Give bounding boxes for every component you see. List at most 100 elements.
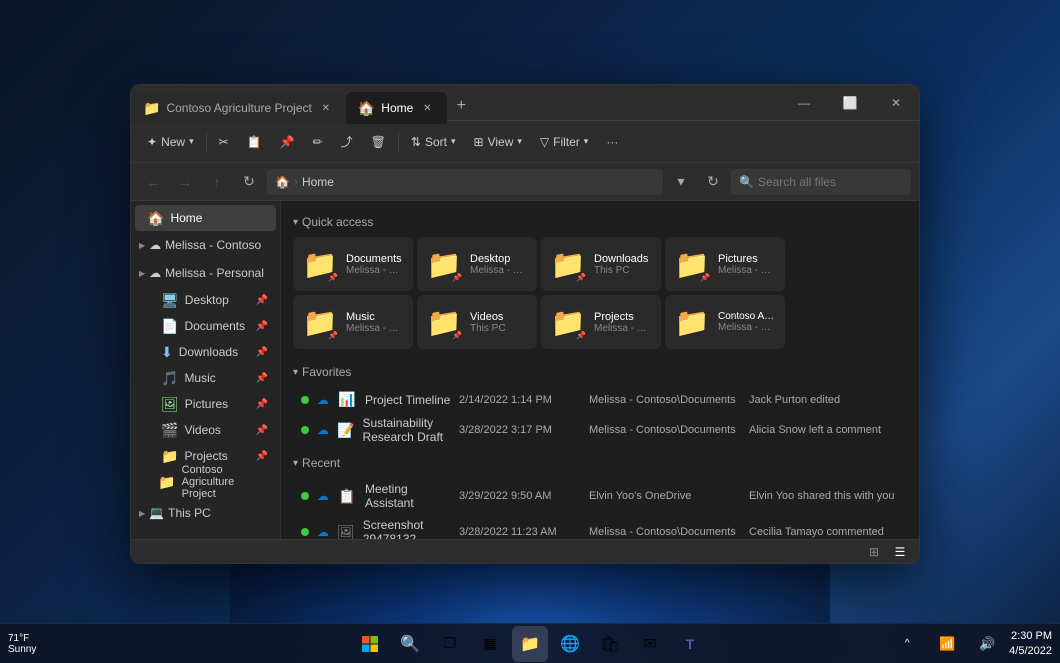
up-button[interactable]: ↑ <box>203 168 231 196</box>
taskbar-search-button[interactable]: 🔍 <box>392 626 428 662</box>
start-button[interactable] <box>352 626 388 662</box>
sidebar-item-contoso-agriculture[interactable]: 📁 Contoso Agriculture Project <box>135 469 276 495</box>
rename-button[interactable]: ✏ <box>305 127 331 157</box>
quick-projects-icon: 📁 📌 <box>550 304 586 340</box>
sidebar-documents-label: Documents <box>184 319 245 333</box>
new-tab-button[interactable]: + <box>447 92 475 120</box>
recent-row-1[interactable]: ☁ 🖼 Screenshot 29478132 3/28/2022 11:23 … <box>293 514 907 539</box>
weather-condition: Sunny <box>8 644 36 655</box>
quick-downloads-name: Downloads <box>594 253 648 265</box>
refresh-button[interactable]: ↻ <box>235 168 263 196</box>
sidebar-item-documents[interactable]: 📄 Documents 📌 <box>135 313 276 339</box>
sidebar-item-downloads[interactable]: ⬇ Downloads 📌 <box>135 339 276 365</box>
favorites-header[interactable]: ▾ Favorites <box>293 365 907 379</box>
widgets-button[interactable]: ▦ <box>472 626 508 662</box>
thispc-icon: 💻 <box>149 506 164 520</box>
tab-home-close[interactable]: ✕ <box>419 100 435 116</box>
systray-chevron-button[interactable]: ^ <box>889 626 925 662</box>
pin-icon-7: 📌 <box>256 451 268 462</box>
sidebar-item-home[interactable]: 🏠 Home <box>135 205 276 231</box>
new-icon: ✦ <box>147 135 157 149</box>
volume-button[interactable]: 🔊 <box>969 626 1005 662</box>
list-view-button[interactable]: ☰ <box>889 543 911 561</box>
toolbar-sep-1 <box>206 132 207 152</box>
quick-item-pictures[interactable]: 📁 📌 Pictures Melissa - Contoso <box>665 237 785 291</box>
desktop-icon: 🖥 <box>161 292 179 309</box>
store-taskbar-button[interactable]: 🛍 <box>592 626 628 662</box>
mail-taskbar-button[interactable]: ✉ <box>632 626 668 662</box>
favorite-row-1[interactable]: ☁ 📝 Sustainability Research Draft 3/28/2… <box>293 412 907 448</box>
more-button[interactable]: ··· <box>598 127 626 157</box>
sidebar-videos-label: Videos <box>184 423 220 437</box>
tab-contoso[interactable]: 📁 Contoso Agriculture Project ✕ <box>131 92 346 124</box>
quick-downloads-sub: This PC <box>594 265 648 276</box>
maximize-button[interactable]: ⬜ <box>827 85 873 121</box>
quick-access-header[interactable]: ▾ Quick access <box>293 215 907 229</box>
quick-item-downloads[interactable]: 📁 📌 Downloads This PC <box>541 237 661 291</box>
quick-contoso-info: Contoso Agriculture Project Melissa - Co… <box>718 311 776 333</box>
tab-contoso-close[interactable]: ✕ <box>318 100 334 116</box>
taskbar-right: ^ 📶 🔊 2:30 PM 4/5/2022 <box>889 626 1052 662</box>
favorite-row-0-status <box>301 396 309 404</box>
time-display: 2:30 PM <box>1011 629 1052 643</box>
paste-button[interactable]: 📌 <box>272 127 303 157</box>
sidebar-item-music[interactable]: 🎵 Music 📌 <box>135 365 276 391</box>
favorite-row-1-name: Sustainability Research Draft <box>362 416 459 444</box>
network-button[interactable]: 📶 <box>929 626 965 662</box>
filter-button[interactable]: ▽ Filter ▾ <box>532 127 596 157</box>
back-button[interactable]: ← <box>139 168 167 196</box>
share-button[interactable]: ⤴ <box>333 127 361 157</box>
quick-videos-pin: 📌 <box>452 331 462 340</box>
quick-item-music[interactable]: 📁 📌 Music Melissa - Contoso <box>293 295 413 349</box>
recent-row-1-status <box>301 528 309 536</box>
address-refresh-button[interactable]: ↻ <box>699 168 727 196</box>
quick-item-desktop[interactable]: 📁 📌 Desktop Melissa - Contoso <box>417 237 537 291</box>
recent-row-0-file-icon: 📋 <box>337 488 357 505</box>
recent-row-0[interactable]: ☁ 📋 Meeting Assistant 3/29/2022 9:50 AM … <box>293 478 907 514</box>
file-explorer-icon: 📁 <box>520 634 540 654</box>
file-explorer-taskbar-button[interactable]: 📁 <box>512 626 548 662</box>
task-view-button[interactable]: ❐ <box>432 626 468 662</box>
recent-row-1-file-icon: 🖼 <box>337 524 355 540</box>
favorite-row-1-status <box>301 426 309 434</box>
quick-item-videos[interactable]: 📁 📌 Videos This PC <box>417 295 537 349</box>
sidebar-item-pictures[interactable]: 🖼 Pictures 📌 <box>135 391 276 417</box>
minimize-button[interactable]: — <box>781 85 827 121</box>
quick-music-pin: 📌 <box>328 331 338 340</box>
delete-button[interactable]: 🗑 <box>363 127 394 157</box>
edge-taskbar-button[interactable]: 🌐 <box>552 626 588 662</box>
tab-home[interactable]: 🏠 Home ✕ <box>346 92 447 124</box>
copy-button[interactable]: 📋 <box>239 127 270 157</box>
view-button[interactable]: ⊞ View ▾ <box>466 127 530 157</box>
expand-thispc-icon: ▶ <box>139 509 145 518</box>
forward-button[interactable]: → <box>171 168 199 196</box>
close-button[interactable]: ✕ <box>873 85 919 121</box>
breadcrumb[interactable]: 🏠 › Home <box>267 169 663 195</box>
sidebar-group-melissa-contoso[interactable]: ▶ ☁ Melissa - Contoso <box>131 231 280 259</box>
address-dropdown-button[interactable]: ▾ <box>667 168 695 196</box>
store-icon: 🛍 <box>600 634 620 654</box>
favorite-row-0[interactable]: ☁ 📊 Project Timeline 2/14/2022 1:14 PM M… <box>293 387 907 412</box>
title-controls: — ⬜ ✕ <box>781 85 919 121</box>
quick-item-contoso[interactable]: 📁 Contoso Agriculture Project Melissa - … <box>665 295 785 349</box>
sidebar-group-thispc[interactable]: ▶ 💻 This PC <box>131 499 280 527</box>
explorer-window: 📁 Contoso Agriculture Project ✕ 🏠 Home ✕… <box>130 84 920 564</box>
quick-videos-name: Videos <box>470 311 506 323</box>
sidebar-music-label: Music <box>184 371 215 385</box>
recent-row-0-date: 3/29/2022 9:50 AM <box>459 490 589 502</box>
sidebar-item-desktop[interactable]: 🖥 Desktop 📌 <box>135 287 276 313</box>
sort-button[interactable]: ⇅ Sort ▾ <box>403 127 464 157</box>
weather-widget[interactable]: 71°F Sunny <box>8 633 36 655</box>
sidebar-item-videos[interactable]: 🎬 Videos 📌 <box>135 417 276 443</box>
cut-button[interactable]: ✂ <box>211 127 237 157</box>
new-button[interactable]: ✦ New ▾ <box>139 127 202 157</box>
quick-videos-icon: 📁 📌 <box>426 304 462 340</box>
sidebar-group-melissa-personal[interactable]: ▶ ☁ Melissa - Personal <box>131 259 280 287</box>
teams-taskbar-button[interactable]: T <box>672 626 708 662</box>
search-bar[interactable]: 🔍 Search all files <box>731 169 911 195</box>
recent-header[interactable]: ▾ Recent <box>293 456 907 470</box>
grid-view-button[interactable]: ⊞ <box>863 543 885 561</box>
quick-item-documents[interactable]: 📁 📌 Documents Melissa - Contoso <box>293 237 413 291</box>
clock[interactable]: 2:30 PM 4/5/2022 <box>1009 629 1052 658</box>
quick-item-projects[interactable]: 📁 📌 Projects Melissa - Contoso <box>541 295 661 349</box>
